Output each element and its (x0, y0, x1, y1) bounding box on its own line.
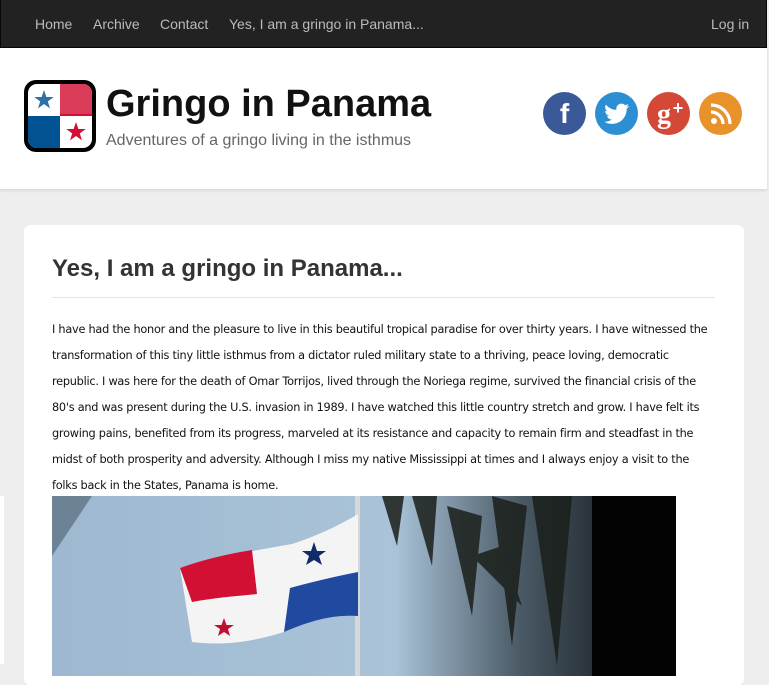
site-title[interactable]: Gringo in Panama (106, 84, 431, 124)
nav-post-link[interactable]: Yes, I am a gringo in Panama... (229, 16, 424, 32)
google-plus-icon[interactable]: g + (647, 92, 690, 135)
post-card: Yes, I am a gringo in Panama... I have h… (24, 225, 744, 685)
post-body-text: I have had the honor and the pleasure to… (52, 323, 708, 492)
panama-flag-logo-icon[interactable] (24, 80, 96, 152)
login-link[interactable]: Log in (711, 16, 749, 32)
top-navbar: Home Archive Contact Yes, I am a gringo … (0, 0, 767, 48)
post-title[interactable]: Yes, I am a gringo in Panama... (52, 255, 403, 283)
svg-text:f: f (560, 98, 570, 129)
rss-icon[interactable] (699, 92, 742, 135)
page-edge-strip (0, 496, 4, 664)
panama-flag-photo (52, 496, 676, 676)
svg-text:+: + (673, 98, 684, 118)
nav-archive-link[interactable]: Archive (93, 16, 140, 32)
nav-home-link[interactable]: Home (35, 16, 72, 32)
twitter-icon[interactable] (595, 92, 638, 135)
facebook-icon[interactable]: f (543, 92, 586, 135)
svg-text:g: g (657, 99, 671, 130)
site-header: Gringo in Panama Adventures of a gringo … (0, 48, 767, 190)
title-divider (52, 297, 715, 298)
nav-contact-link[interactable]: Contact (160, 16, 208, 32)
site-tagline: Adventures of a gringo living in the ist… (106, 132, 412, 149)
